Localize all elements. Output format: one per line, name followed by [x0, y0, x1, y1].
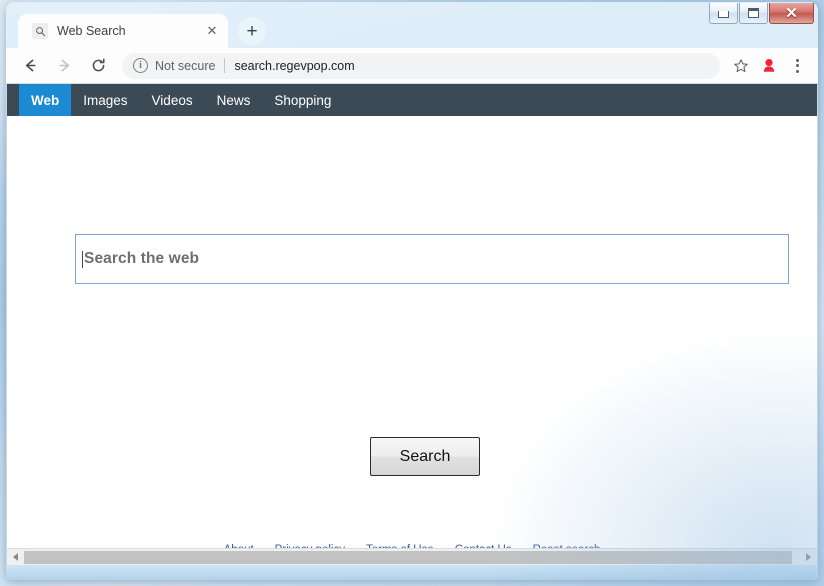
- site-nav-shopping[interactable]: Shopping: [262, 84, 343, 116]
- omnibox-divider: [224, 58, 225, 73]
- browser-menu-button[interactable]: [784, 53, 810, 79]
- maximize-button[interactable]: [739, 3, 768, 24]
- forward-button[interactable]: [50, 52, 78, 80]
- new-tab-button[interactable]: +: [238, 17, 266, 45]
- maximize-icon: [748, 8, 759, 18]
- site-nav-news[interactable]: News: [205, 84, 263, 116]
- search-icon: [32, 23, 48, 39]
- reload-button[interactable]: [84, 52, 112, 80]
- close-icon: ✕: [785, 6, 798, 21]
- site-navigation: Web Images Videos News Shopping: [7, 84, 817, 116]
- horizontal-scrollbar[interactable]: [7, 548, 817, 565]
- reload-icon: [90, 57, 107, 74]
- back-button[interactable]: [16, 52, 44, 80]
- minimize-button[interactable]: [709, 3, 738, 24]
- scrollbar-track[interactable]: [24, 549, 800, 566]
- avatar-icon: [760, 57, 778, 75]
- site-nav-images[interactable]: Images: [71, 84, 139, 116]
- window-controls: ✕: [708, 3, 814, 25]
- page-content: Search the web Search About Privacy poli…: [7, 116, 817, 565]
- tab-strip: Web Search ✕ +: [18, 10, 266, 48]
- browser-toolbar: i Not secure search.regevpop.com: [6, 48, 818, 84]
- security-status-label: Not secure: [155, 59, 215, 73]
- star-icon: [733, 58, 749, 74]
- close-tab-button[interactable]: ✕: [202, 21, 222, 41]
- search-input-placeholder: Search the web: [84, 250, 199, 268]
- scroll-right-button[interactable]: [800, 549, 817, 566]
- search-input[interactable]: Search the web: [75, 234, 789, 284]
- back-arrow-icon: [22, 57, 39, 74]
- search-submit-button[interactable]: Search: [370, 437, 480, 476]
- page-viewport: Web Images Videos News Shopping Search t…: [6, 84, 818, 565]
- browser-window: ✕ Web Search ✕ +: [6, 2, 818, 580]
- search-area: Search the web: [75, 234, 789, 284]
- window-bottom-edge: [6, 565, 818, 580]
- scroll-left-button[interactable]: [7, 549, 24, 566]
- desktop-background: ✕ Web Search ✕ +: [0, 0, 824, 586]
- window-title-bar: ✕ Web Search ✕ +: [6, 2, 818, 48]
- close-window-button[interactable]: ✕: [769, 3, 814, 24]
- minimize-icon: [718, 11, 729, 18]
- text-caret: [82, 251, 83, 268]
- browser-tab-web-search[interactable]: Web Search ✕: [18, 14, 228, 48]
- site-nav-videos[interactable]: Videos: [140, 84, 205, 116]
- scrollbar-thumb[interactable]: [24, 551, 792, 564]
- three-dot-menu-icon: [796, 59, 799, 73]
- profile-button[interactable]: [756, 53, 782, 79]
- forward-arrow-icon: [56, 57, 73, 74]
- site-nav-web[interactable]: Web: [19, 84, 71, 116]
- chevron-right-icon: [806, 553, 811, 561]
- address-bar[interactable]: i Not secure search.regevpop.com: [122, 53, 720, 79]
- url-text: search.regevpop.com: [234, 59, 354, 73]
- tab-title: Web Search: [57, 24, 196, 38]
- chevron-left-icon: [13, 553, 18, 561]
- info-circle-icon[interactable]: i: [133, 58, 148, 73]
- bookmark-button[interactable]: [728, 53, 754, 79]
